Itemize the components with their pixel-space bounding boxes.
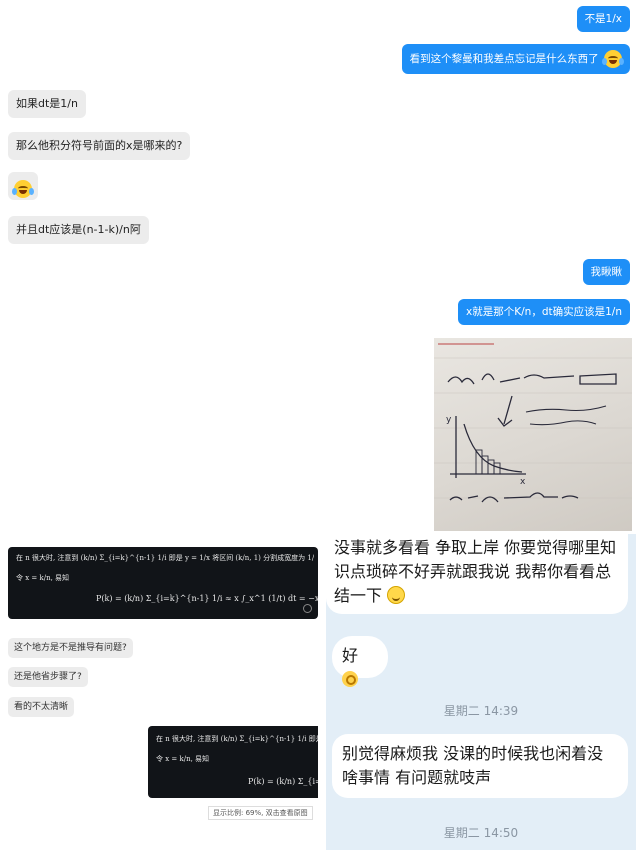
message-text: 我瞅瞅 (590, 266, 623, 278)
incoming-message: 看的不太清晰 (8, 697, 75, 717)
formula-line-2: 令 x = k/n, 易知 (156, 755, 210, 763)
ok-hand-emoji-icon (342, 671, 358, 687)
incoming-message: 还是他省步骤了? (8, 667, 88, 687)
laughing-tears-emoji-icon (602, 50, 624, 68)
incoming-message: 如果dt是1/n (8, 90, 86, 118)
laughing-tears-emoji-icon (12, 179, 34, 198)
outgoing-message: 看到这个黎曼和我差点忘记是什么东西了 (401, 44, 630, 74)
message-text: 这个地方是不是推导有问题? (14, 643, 127, 653)
axis-x-label: x (520, 477, 526, 487)
incoming-message: 那么他积分符号前面的x是哪来的? (8, 132, 191, 160)
incoming-message: 别觉得麻烦我 没课的时候我也闲着没啥事情 有问题就吱声 (332, 734, 628, 798)
formula-screenshot[interactable]: 在 n 很大时, 注意到 (k/n) Σ_{i=k}^{n-1} 1/i 即是 … (8, 547, 318, 619)
formula-display: P(k) = (k/n) Σ_{i=k}^{n-1} 1/i ≈ x ∫_x^1… (96, 594, 318, 603)
message-text: 别觉得麻烦我 没课的时候我也闲着没啥事情 有问题就吱声 (342, 744, 604, 787)
outgoing-message: 我瞅瞅 (582, 259, 630, 285)
incoming-message (8, 172, 38, 200)
message-text: x就是那个K/n，dt确实应该是1/n (466, 306, 622, 318)
message-text: 不是1/x (584, 13, 622, 25)
message-text: 看到这个黎曼和我差点忘记是什么东西了 (409, 53, 599, 65)
formula-screenshot-zoomed[interactable]: 在 n 很大时, 注意到 (k/n) Σ_{i=k}^{n-1} 1/i 即是 … (148, 726, 318, 798)
formula-line-1: 在 n 很大时, 注意到 (k/n) Σ_{i=k}^{n-1} 1/i 即是 … (16, 554, 314, 562)
incoming-message: 好 (332, 636, 388, 687)
image-viewer-status: 显示比例: 69%, 双击查看原图 (208, 806, 313, 820)
smile-emoji-icon (387, 586, 406, 604)
message-text: 那么他积分符号前面的x是哪来的? (16, 139, 183, 152)
chat-panel: 没事就多看看 争取上岸 你要觉得哪里知识点琐碎不好弄就跟我说 我帮你看看总结一下… (326, 534, 636, 850)
formula-display: P(k) = (k/n) Σ_{i=k}^{n-1} 1/i ≈ x∫ (248, 777, 318, 786)
notebook-sketch: y x (434, 343, 632, 503)
formula-line-1: 在 n 很大时, 注意到 (k/n) Σ_{i=k}^{n-1} 1/i 即是 … (156, 735, 318, 743)
handwritten-note-photo[interactable]: y x (434, 338, 632, 531)
incoming-message: 这个地方是不是推导有问题? (8, 638, 133, 658)
message-text: 没事就多看看 争取上岸 你要觉得哪里知识点琐碎不好弄就跟我说 我帮你看看总结一下 (334, 538, 617, 605)
zoom-icon[interactable] (303, 604, 312, 613)
message-text: 如果dt是1/n (16, 97, 78, 110)
incoming-message: 没事就多看看 争取上岸 你要觉得哪里知识点琐碎不好弄就跟我说 我帮你看看总结一下 (326, 534, 628, 614)
timestamp: 星期二 14:39 (443, 704, 519, 718)
axis-y-label: y (446, 415, 452, 425)
timestamp: 星期二 14:50 (443, 826, 519, 840)
message-text: 看的不太清晰 (14, 702, 69, 712)
outgoing-message: 不是1/x (576, 6, 630, 32)
message-text: 还是他省步骤了? (14, 672, 82, 682)
incoming-message: 并且dt应该是(n-1-k)/n阿 (8, 216, 149, 244)
formula-line-2: 令 x = k/n, 易知 (16, 574, 70, 582)
message-text: 并且dt应该是(n-1-k)/n阿 (16, 223, 141, 236)
message-text: 好 (342, 646, 359, 665)
outgoing-message: x就是那个K/n，dt确实应该是1/n (458, 299, 630, 325)
